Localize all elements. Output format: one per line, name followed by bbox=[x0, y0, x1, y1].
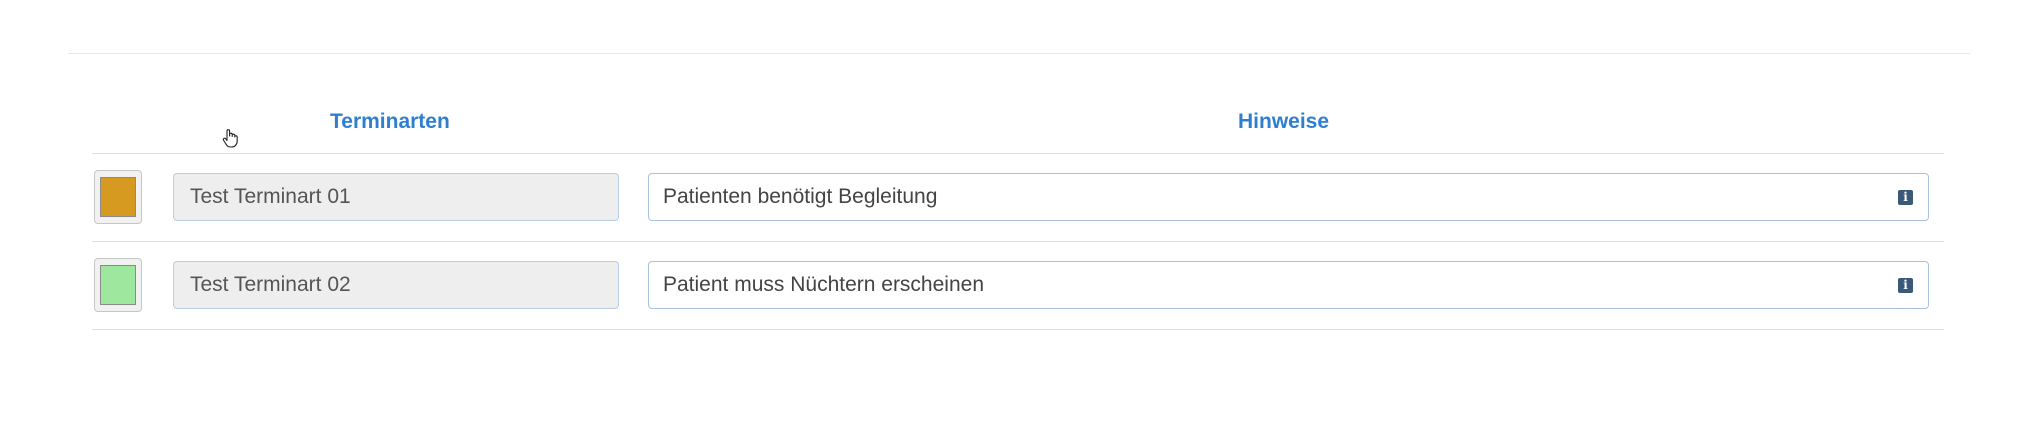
hint-input[interactable] bbox=[648, 261, 1929, 309]
color-picker-button[interactable] bbox=[94, 258, 142, 312]
color-swatch bbox=[100, 265, 136, 305]
color-picker-button[interactable] bbox=[94, 170, 142, 224]
appointment-type-name-field[interactable] bbox=[173, 261, 619, 309]
hand-pointer-icon bbox=[222, 129, 238, 148]
top-divider bbox=[68, 53, 1970, 54]
hint-input[interactable] bbox=[648, 173, 1929, 221]
color-swatch bbox=[100, 177, 136, 217]
appointment-type-name-field[interactable] bbox=[173, 173, 619, 221]
table-header-row: Terminarten Hinweise bbox=[92, 98, 1944, 154]
appointment-types-table: Terminarten Hinweise i i bbox=[92, 98, 1944, 330]
info-icon[interactable]: i bbox=[1898, 278, 1913, 293]
hint-field-wrapper: i bbox=[648, 261, 1929, 309]
column-header-hinweise: Hinweise bbox=[1238, 110, 1330, 133]
page: Terminarten Hinweise i i bbox=[0, 0, 2023, 448]
table-row: i bbox=[92, 154, 1944, 242]
table-row: i bbox=[92, 242, 1944, 330]
hint-field-wrapper: i bbox=[648, 173, 1929, 221]
column-header-terminarten: Terminarten bbox=[330, 110, 450, 133]
info-icon[interactable]: i bbox=[1898, 190, 1913, 205]
